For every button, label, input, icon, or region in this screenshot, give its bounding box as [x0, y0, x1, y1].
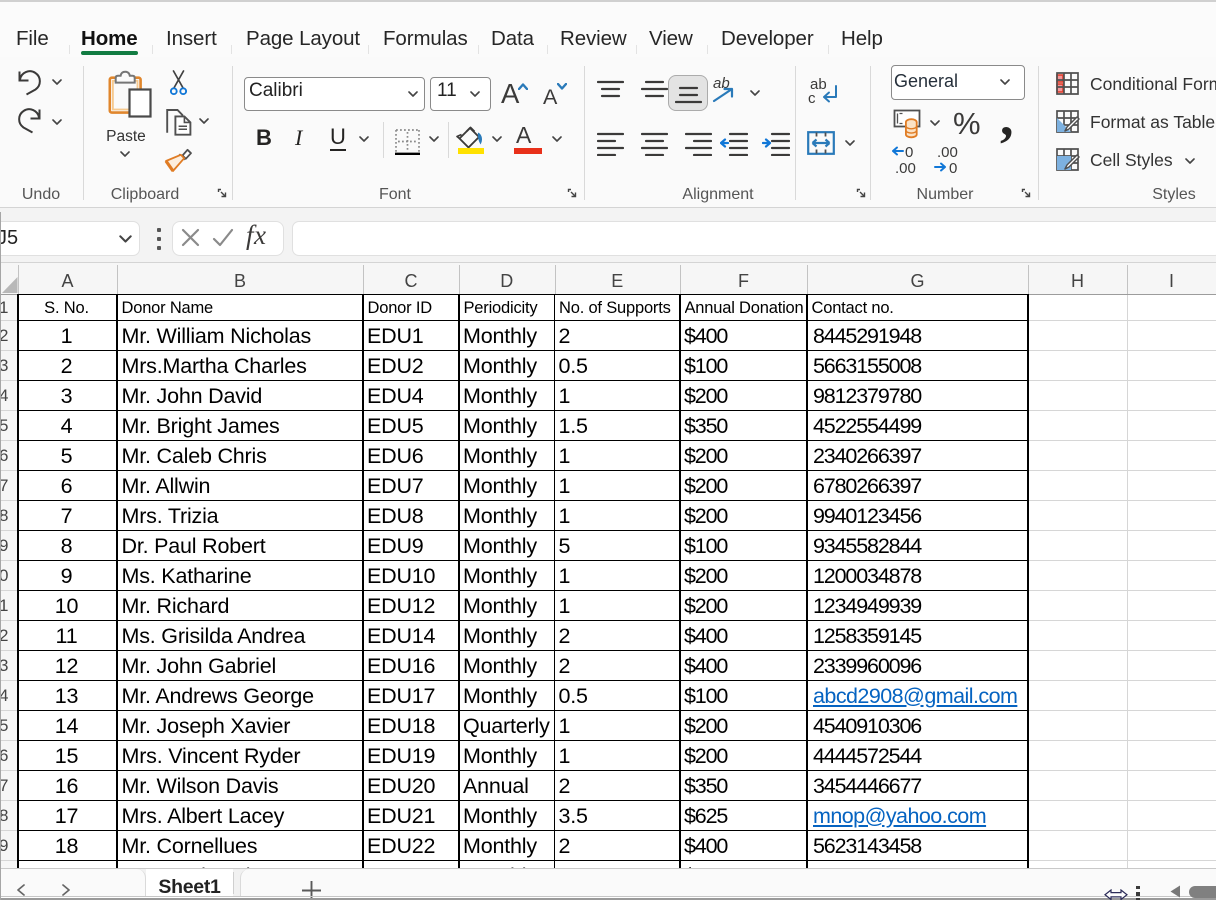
svg-text:.00: .00: [937, 144, 958, 161]
svg-text:0: 0: [949, 160, 957, 176]
svg-text:.00: .00: [895, 160, 916, 176]
svg-text:0: 0: [905, 144, 913, 161]
